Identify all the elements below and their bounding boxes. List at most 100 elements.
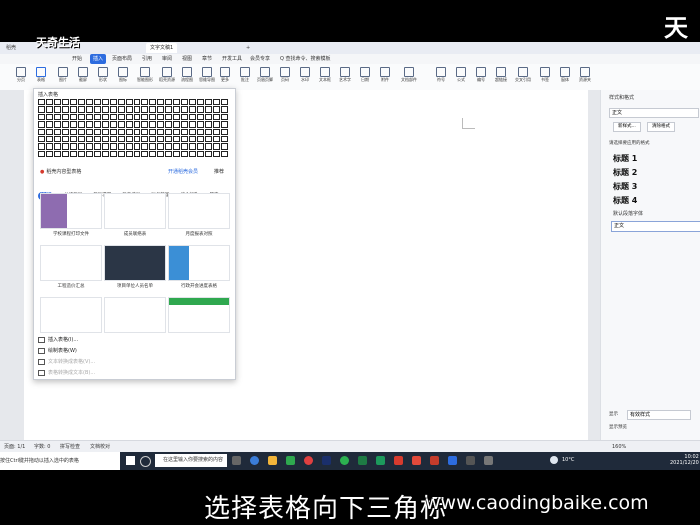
table-grid-cell[interactable] (157, 135, 165, 143)
table-grid-cell[interactable] (93, 150, 101, 157)
table-grid-cell[interactable] (69, 106, 77, 113)
edge-icon[interactable] (250, 456, 259, 465)
photoshop-icon[interactable] (322, 456, 331, 465)
template-thumb[interactable] (40, 193, 102, 229)
table-grid-cell[interactable] (85, 106, 93, 113)
attachment-button[interactable]: 附件 (376, 66, 394, 88)
app-icon[interactable] (484, 456, 493, 465)
table-grid-cell[interactable] (165, 150, 173, 157)
table-grid-cell[interactable] (133, 99, 141, 106)
table-grid-cell[interactable] (117, 99, 125, 106)
table-grid-cell[interactable] (93, 99, 101, 106)
table-grid-cell[interactable] (141, 121, 149, 128)
table-grid-cell[interactable] (173, 128, 181, 135)
table-grid-cell[interactable] (85, 113, 93, 121)
table-grid-cell[interactable] (101, 128, 109, 135)
table-grid-cell[interactable] (45, 128, 53, 135)
table-grid-cell[interactable] (181, 128, 189, 135)
table-size-grid[interactable] (38, 99, 228, 157)
table-grid-cell[interactable] (61, 128, 69, 135)
explorer-icon[interactable] (268, 456, 277, 465)
table-grid-cell[interactable] (205, 99, 213, 106)
resource-folder-button[interactable]: 资源夹 (576, 66, 594, 88)
table-grid-cell[interactable] (93, 106, 101, 113)
mindmap-button[interactable]: 思维导图 (198, 66, 216, 88)
table-grid-cell[interactable] (61, 135, 69, 143)
table-grid-cell[interactable] (197, 143, 205, 150)
table-grid-cell[interactable] (165, 143, 173, 150)
table-grid-cell[interactable] (53, 150, 61, 157)
table-grid-cell[interactable] (157, 113, 165, 121)
template-thumb[interactable] (104, 245, 166, 281)
table-grid-cell[interactable] (69, 143, 77, 150)
table-grid-cell[interactable] (69, 121, 77, 128)
table-grid-cell[interactable] (221, 150, 228, 157)
table-grid-cell[interactable] (125, 106, 133, 113)
table-grid-cell[interactable] (61, 106, 69, 113)
windows-start-icon[interactable] (126, 456, 135, 465)
table-grid-cell[interactable] (165, 121, 173, 128)
style-heading-4[interactable]: 标题 4 (613, 195, 637, 206)
wechat-icon[interactable] (340, 456, 349, 465)
table-grid-cell[interactable] (125, 99, 133, 106)
table-grid-cell[interactable] (117, 143, 125, 150)
table-grid-cell[interactable] (189, 135, 197, 143)
table-grid-cell[interactable] (117, 135, 125, 143)
table-grid-cell[interactable] (109, 99, 117, 106)
table-grid-cell[interactable] (53, 99, 61, 106)
table-grid-cell[interactable] (125, 135, 133, 143)
table-grid-cell[interactable] (165, 113, 173, 121)
page-number-button[interactable]: 页码 (276, 66, 294, 88)
style-heading-3[interactable]: 标题 3 (613, 181, 637, 192)
table-grid-cell[interactable] (197, 135, 205, 143)
table-grid-cell[interactable] (53, 143, 61, 150)
table-grid-cell[interactable] (133, 150, 141, 157)
table-grid-cell[interactable] (205, 143, 213, 150)
table-grid-cell[interactable] (45, 99, 53, 106)
tab-chapter[interactable]: 章节 (202, 54, 212, 64)
app-icon[interactable] (448, 456, 457, 465)
table-grid-cell[interactable] (221, 121, 228, 128)
table-grid-cell[interactable] (149, 106, 157, 113)
table-grid-cell[interactable] (109, 113, 117, 121)
table-grid-cell[interactable] (181, 135, 189, 143)
tab-insert[interactable]: 插入 (90, 54, 107, 64)
table-grid-cell[interactable] (149, 121, 157, 128)
search-icon[interactable] (140, 456, 151, 467)
screenshot-button[interactable]: 截屏 (74, 66, 92, 88)
table-grid-cell[interactable] (133, 128, 141, 135)
table-grid-cell[interactable] (213, 99, 221, 106)
page-break-button[interactable]: 分页 (12, 66, 30, 88)
table-grid-cell[interactable] (173, 150, 181, 157)
template-thumb[interactable] (168, 193, 230, 229)
table-grid-cell[interactable] (197, 121, 205, 128)
table-grid-cell[interactable] (173, 113, 181, 121)
table-grid-cell[interactable] (45, 150, 53, 157)
table-grid-cell[interactable] (205, 121, 213, 128)
table-grid-cell[interactable] (85, 135, 93, 143)
table-grid-cell[interactable] (173, 143, 181, 150)
table-grid-cell[interactable] (109, 135, 117, 143)
table-grid-cell[interactable] (69, 135, 77, 143)
docer-table-link[interactable]: 稻壳内容型表格 (40, 168, 81, 175)
template-thumb[interactable] (40, 245, 102, 281)
style-heading-1[interactable]: 标题 1 (613, 153, 637, 164)
table-grid-cell[interactable] (133, 143, 141, 150)
show-style-select[interactable]: 有效样式 (627, 410, 691, 420)
table-grid-cell[interactable] (117, 128, 125, 135)
table-grid-cell[interactable] (173, 99, 181, 106)
table-grid-cell[interactable] (125, 128, 133, 135)
app-icon[interactable] (304, 456, 313, 465)
table-grid-cell[interactable] (141, 150, 149, 157)
app-icon[interactable] (376, 456, 385, 465)
recommend-link[interactable]: 推荐 (214, 168, 224, 175)
table-grid-cell[interactable] (205, 150, 213, 157)
template-thumb[interactable] (168, 245, 230, 281)
excel-icon[interactable] (358, 456, 367, 465)
table-grid-cell[interactable] (101, 150, 109, 157)
table-grid-cell[interactable] (221, 113, 228, 121)
table-grid-cell[interactable] (133, 121, 141, 128)
template-thumb[interactable] (168, 297, 230, 333)
table-grid-cell[interactable] (109, 128, 117, 135)
table-grid-cell[interactable] (125, 121, 133, 128)
